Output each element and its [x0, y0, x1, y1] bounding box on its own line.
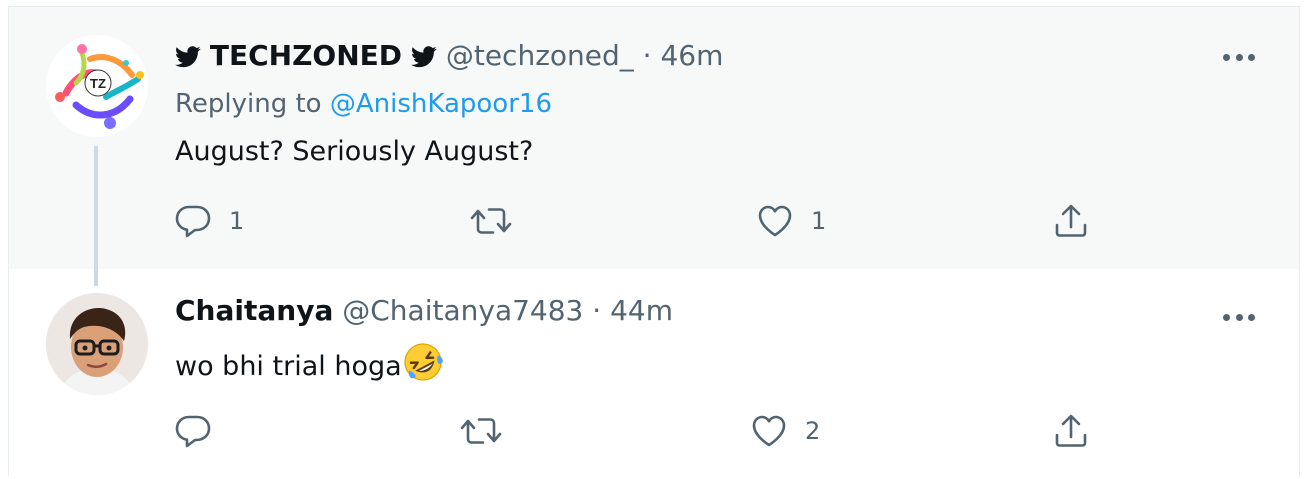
tweet-techzoned[interactable]: TZ TECHZONED @techzoned_ · 46m Replying …: [9, 7, 1299, 269]
avatar[interactable]: TZ: [46, 35, 148, 137]
avatar[interactable]: [46, 293, 148, 395]
replying-prefix: Replying to: [175, 89, 322, 119]
rofl-emoji-icon: [402, 341, 444, 393]
reply-button[interactable]: [175, 411, 229, 451]
replying-to: Replying to @AnishKapoor16: [175, 87, 552, 121]
like-icon: [751, 414, 787, 448]
tweet-text: August? Seriously August?: [175, 136, 534, 167]
avatar-initials: TZ: [90, 76, 106, 91]
reply-button[interactable]: 1: [175, 201, 244, 241]
like-count: 2: [805, 417, 821, 445]
retweet-icon: [459, 414, 503, 448]
thread-connector: [94, 146, 98, 286]
retweet-button[interactable]: [469, 201, 531, 241]
more-icon[interactable]: [1221, 47, 1257, 67]
display-name[interactable]: TECHZONED: [210, 39, 402, 72]
handle[interactable]: @techzoned_: [446, 39, 634, 72]
twitter-bird-icon: [175, 41, 201, 77]
timestamp[interactable]: 44m: [610, 294, 673, 327]
tweet-actions: 1 1: [9, 201, 1299, 241]
like-count: 1: [811, 207, 827, 235]
tweet-header: Chaitanya @Chaitanya7483 · 44m: [175, 293, 673, 329]
conversation-thread: TZ TECHZONED @techzoned_ · 46m Replying …: [8, 6, 1300, 477]
reply-count: 1: [229, 207, 245, 235]
reply-icon: [175, 204, 211, 238]
like-button[interactable]: 2: [751, 411, 820, 451]
twitter-bird-icon: [410, 41, 437, 77]
retweet-icon: [469, 204, 513, 238]
reply-icon: [175, 414, 211, 448]
share-button[interactable]: [1053, 201, 1089, 241]
mention-link[interactable]: @AnishKapoor16: [330, 89, 552, 119]
more-icon[interactable]: [1221, 307, 1257, 327]
tweet-chaitanya[interactable]: Chaitanya @Chaitanya7483 · 44m wo bhi tr…: [9, 269, 1299, 477]
separator: ·: [592, 294, 602, 327]
like-icon: [757, 204, 793, 238]
handle[interactable]: @Chaitanya7483: [342, 294, 583, 327]
timestamp[interactable]: 46m: [660, 39, 723, 72]
share-button[interactable]: [1053, 411, 1089, 451]
tweet-text-content: wo bhi trial hoga: [175, 351, 402, 382]
tweet-actions: 2: [9, 411, 1299, 451]
share-icon: [1053, 413, 1089, 449]
like-button[interactable]: 1: [757, 201, 826, 241]
retweet-button[interactable]: [459, 411, 521, 451]
tweet-text: wo bhi trial hoga: [175, 341, 444, 393]
display-name[interactable]: Chaitanya: [175, 294, 333, 327]
separator: ·: [642, 39, 652, 72]
tweet-header: TECHZONED @techzoned_ · 46m: [175, 38, 723, 77]
share-icon: [1053, 203, 1089, 239]
